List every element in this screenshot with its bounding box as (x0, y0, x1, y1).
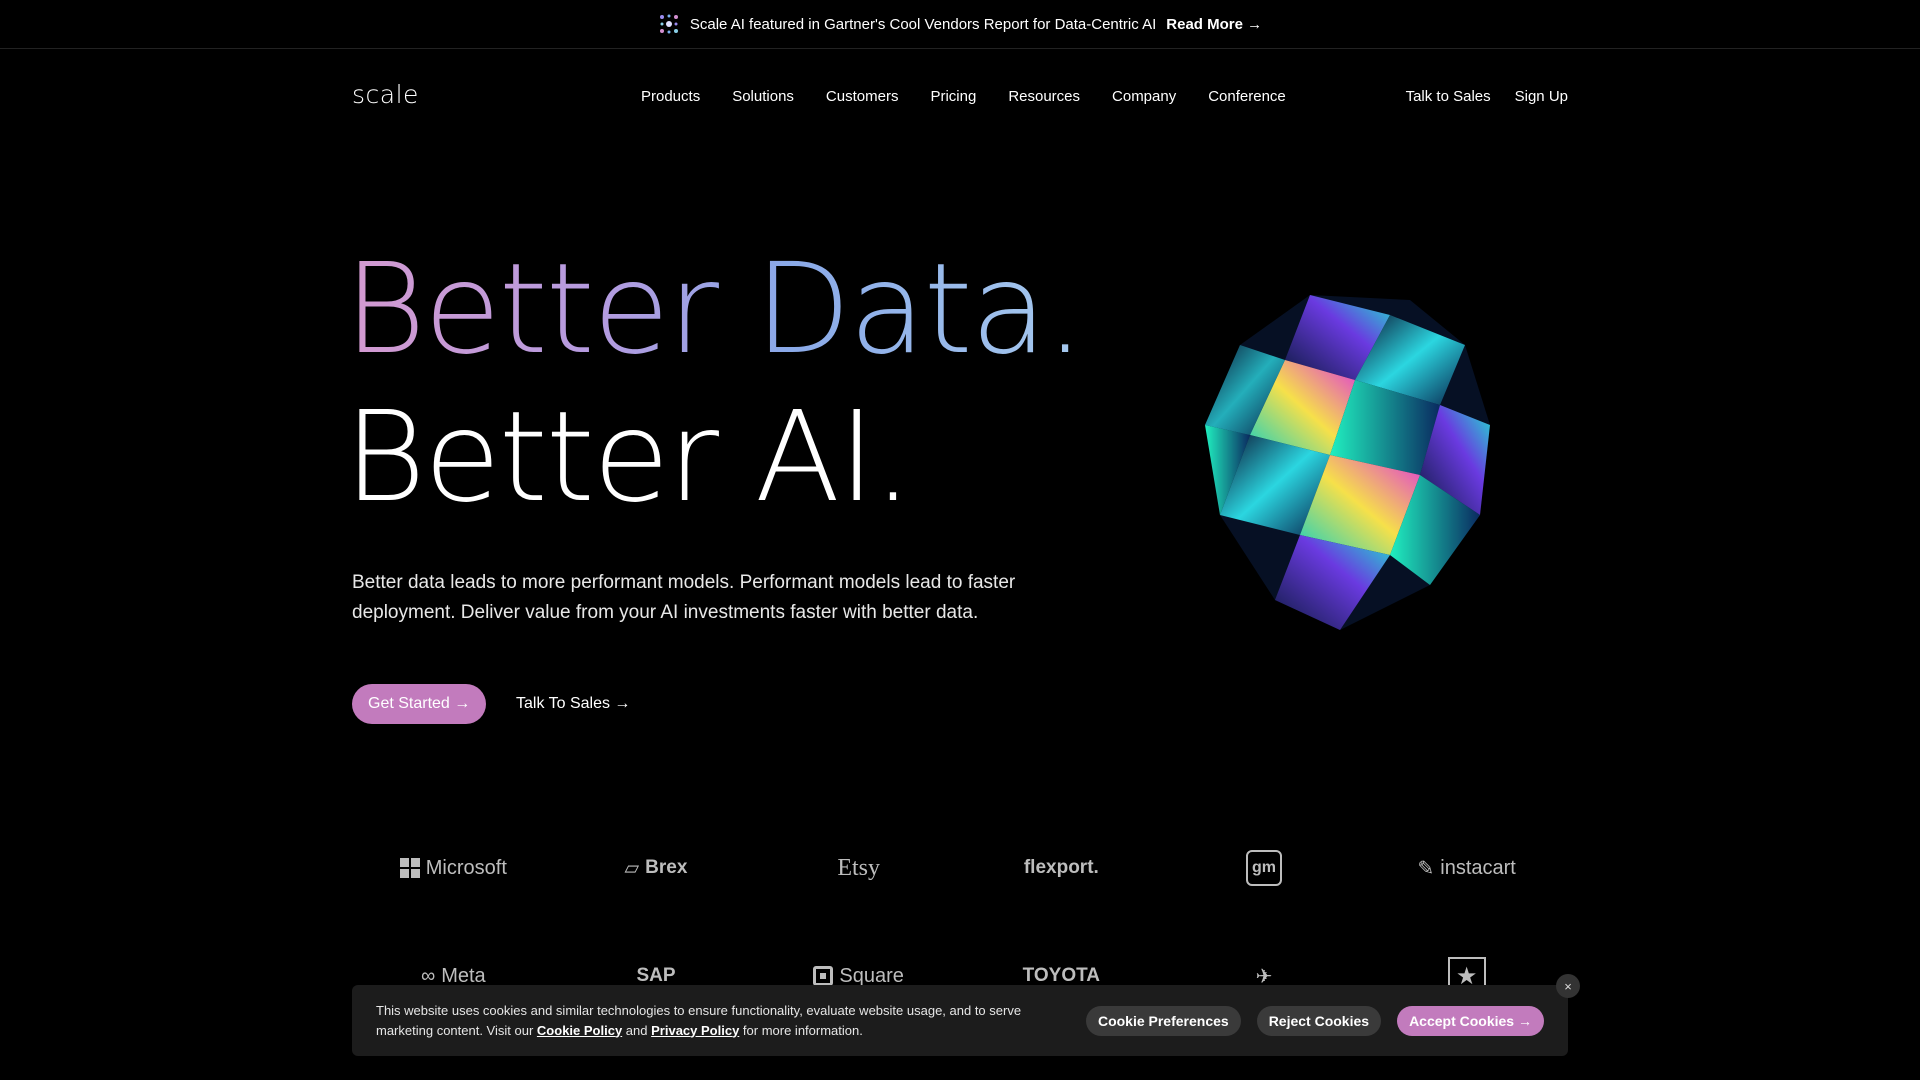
toyota-logo: TOYOTA (1022, 965, 1101, 986)
nav-conference[interactable]: Conference (1208, 88, 1286, 105)
talk-to-sales-button[interactable]: Talk To Sales → (516, 684, 630, 724)
read-more-link[interactable]: Read More → (1166, 16, 1262, 33)
announcement-bar: Scale AI featured in Gartner's Cool Vend… (0, 0, 1920, 49)
flexport-logo: flexport. (1023, 857, 1099, 878)
etsy-logo: Etsy (837, 854, 880, 881)
nav-pricing[interactable]: Pricing (930, 88, 976, 105)
cookie-preferences-button[interactable]: Cookie Preferences (1085, 1005, 1241, 1036)
brex-mark-icon: ▱ (624, 857, 640, 879)
brex-logo: ▱ Brex (624, 857, 688, 879)
sap-logo: SAP (636, 965, 676, 986)
cookie-banner: This website uses cookies and similar te… (352, 985, 1568, 1056)
instacart-logo: ✎ instacart (1417, 856, 1516, 880)
privacy-policy-link[interactable]: Privacy Policy (651, 1023, 739, 1038)
windows-icon (399, 858, 420, 878)
nav-solutions[interactable]: Solutions (732, 88, 794, 105)
hero-headline-1: Better Data. (344, 237, 1085, 382)
accept-cookies-button[interactable]: Accept Cookies → (1397, 1005, 1544, 1036)
reject-cookies-button[interactable]: Reject Cookies (1256, 1005, 1382, 1036)
close-icon[interactable]: × (1556, 974, 1580, 998)
cookie-text: This website uses cookies and similar te… (376, 1002, 1022, 1038)
sign-up-link[interactable]: Sign Up (1515, 88, 1568, 105)
square-mark-icon (813, 966, 834, 986)
hero-headline-2: Better AI. (344, 385, 913, 530)
talk-to-sales-link[interactable]: Talk to Sales (1406, 88, 1491, 105)
hero-lead: Better data leads to more performant mod… (352, 572, 1016, 623)
cookie-policy-link[interactable]: Cookie Policy (537, 1023, 622, 1038)
nav-company[interactable]: Company (1112, 88, 1176, 105)
main-nav: Products Solutions Customers Pricing Res… (641, 88, 1286, 105)
scale-logo[interactable]: scale (352, 80, 419, 109)
header-actions: Talk to Sales Sign Up (1406, 88, 1568, 105)
announcement-text: Scale AI featured in Gartner's Cool Vend… (689, 15, 1157, 33)
carrot-icon: ✎ (1417, 857, 1435, 880)
cookie-actions: Cookie Preferences Reject Cookies Accept… (1085, 1005, 1544, 1036)
sparkle-dots-icon (659, 14, 678, 34)
iridescent-crystal-illustration (1205, 295, 1490, 630)
gm-logo: gm (1245, 850, 1282, 886)
customer-logos-row-1: Microsoft ▱ Brex Etsy flexport. gm ✎ insta… (352, 848, 1568, 888)
nav-resources[interactable]: Resources (1008, 88, 1080, 105)
nav-customers[interactable]: Customers (826, 88, 899, 105)
get-started-button[interactable]: Get Started → (352, 684, 487, 724)
nav-products[interactable]: Products (641, 88, 700, 105)
microsoft-logo: Microsoft (399, 857, 507, 880)
